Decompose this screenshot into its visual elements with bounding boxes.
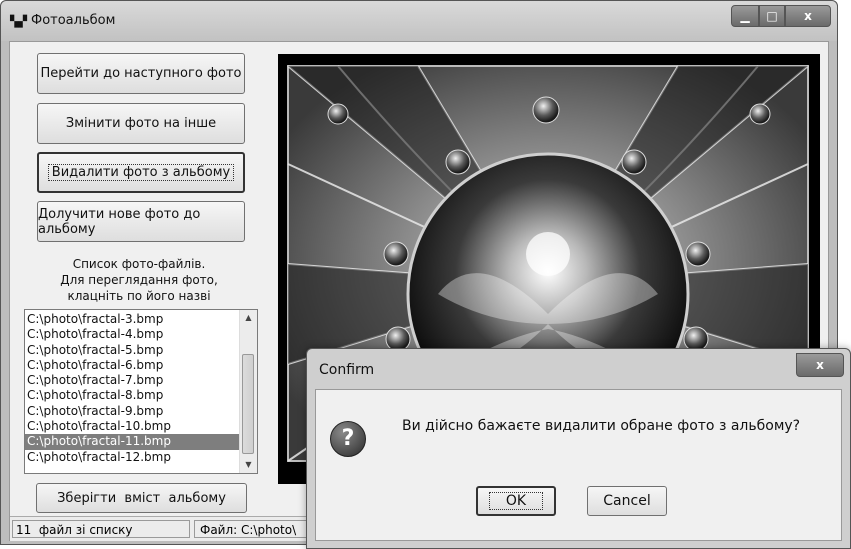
- dialog-close-button[interactable]: x: [796, 353, 844, 377]
- file-list-caption: Список фото-файлів. Для переглядання фот…: [26, 256, 252, 304]
- scrollbar-thumb[interactable]: [242, 354, 254, 454]
- change-photo-button[interactable]: Змінити фото на інше: [37, 103, 245, 144]
- minimize-button[interactable]: ▁: [731, 5, 759, 27]
- window-controls: ▁ □ x: [731, 5, 831, 27]
- delete-photo-button[interactable]: Видалити фото з альбому: [37, 152, 245, 193]
- save-album-label: Зберігти вміст альбому: [57, 490, 226, 506]
- scroll-down-icon[interactable]: ▼: [240, 457, 257, 473]
- dialog-message: Ви дійсно бажаєте видалити обране фото з…: [402, 418, 801, 434]
- question-icon: ?: [330, 421, 366, 457]
- app-icon: ▚▞: [10, 15, 27, 28]
- list-item[interactable]: C:\photo\fractal-6.bmp: [25, 358, 239, 373]
- add-photo-button[interactable]: Долучити нове фото до альбому: [37, 201, 245, 242]
- ok-label: OK: [488, 492, 544, 510]
- next-photo-label: Перейти до наступного фото: [40, 66, 242, 81]
- status-count: 11 файл зі списку: [12, 520, 190, 538]
- list-item[interactable]: C:\photo\fractal-7.bmp: [25, 373, 239, 388]
- file-list: C:\photo\fractal-3.bmp C:\photo\fractal-…: [25, 312, 239, 465]
- file-listbox[interactable]: C:\photo\fractal-3.bmp C:\photo\fractal-…: [24, 309, 258, 474]
- list-scrollbar[interactable]: ▲ ▼: [239, 310, 257, 473]
- dialog-title: Confirm: [319, 362, 375, 378]
- add-photo-label: Долучити нове фото до альбому: [38, 206, 201, 237]
- minimize-icon: ▁: [740, 9, 750, 23]
- list-item[interactable]: C:\photo\fractal-9.bmp: [25, 404, 239, 419]
- list-item[interactable]: C:\photo\fractal-11.bmp: [25, 434, 239, 450]
- cancel-button[interactable]: Cancel: [587, 486, 667, 516]
- dialog-body: ? Ви дійсно бажаєте видалити обране фото…: [315, 389, 842, 541]
- title-bar[interactable]: ▚▞ Фотоальбом ▁ □ x: [1, 1, 837, 41]
- maximize-icon: □: [766, 9, 778, 23]
- close-icon: x: [804, 9, 812, 23]
- change-photo-label: Змінити фото на інше: [65, 116, 217, 131]
- next-photo-button[interactable]: Перейти до наступного фото: [37, 53, 245, 94]
- cancel-label: Cancel: [603, 493, 651, 509]
- delete-photo-label: Видалити фото з альбому: [47, 164, 235, 181]
- ok-button[interactable]: OK: [476, 486, 556, 516]
- list-item[interactable]: C:\photo\fractal-5.bmp: [25, 343, 239, 358]
- window-title: Фотоальбом: [31, 13, 116, 28]
- list-item[interactable]: C:\photo\fractal-4.bmp: [25, 327, 239, 342]
- list-item[interactable]: C:\photo\fractal-3.bmp: [25, 312, 239, 327]
- scroll-up-icon[interactable]: ▲: [240, 310, 257, 326]
- confirm-dialog: Confirm x ? Ви дійсно бажаєте видалити о…: [306, 348, 851, 549]
- caption-line-3: клацніть по його назві: [67, 289, 211, 303]
- caption-line-2: Для переглядання фото,: [60, 273, 218, 287]
- list-item[interactable]: C:\photo\fractal-10.bmp: [25, 419, 239, 434]
- close-button[interactable]: x: [785, 5, 831, 27]
- list-item[interactable]: C:\photo\fractal-8.bmp: [25, 388, 239, 403]
- list-item[interactable]: C:\photo\fractal-12.bmp: [25, 450, 239, 465]
- close-icon: x: [816, 358, 824, 372]
- maximize-button[interactable]: □: [759, 5, 785, 27]
- save-album-button[interactable]: Зберігти вміст альбому: [36, 483, 247, 513]
- caption-line-1: Список фото-файлів.: [72, 257, 206, 271]
